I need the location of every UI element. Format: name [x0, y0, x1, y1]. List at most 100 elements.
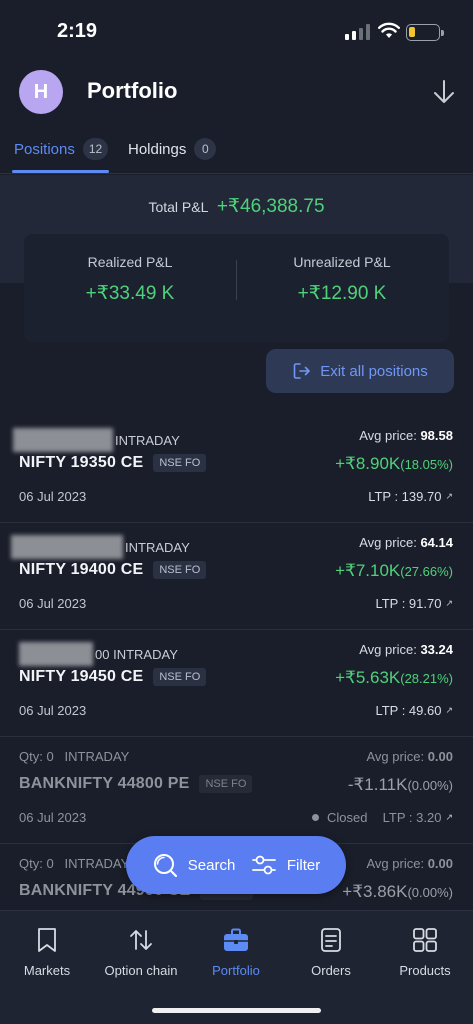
position-row[interactable]: 00 INTRADAY NIFTY 19450 CE NSE FO 06 Jul… — [0, 630, 473, 737]
avg-price-label: Avg price: — [359, 535, 417, 550]
position-symbol: BANKNIFTY 44800 PE — [19, 775, 190, 792]
unrealized-pnl-label: Unrealized P&L — [293, 254, 391, 270]
arrow-up-right-icon: ↗ — [445, 598, 453, 608]
unrealized-pnl-value: +₹12.90 K — [297, 283, 387, 304]
position-meta: 00 INTRADAY — [19, 642, 178, 666]
exchange-badge: NSE FO — [153, 454, 207, 472]
briefcase-icon — [189, 925, 283, 955]
redacted-block — [11, 535, 123, 559]
position-row[interactable]: Qty: 0 INTRADAY BANKNIFTY 44800 PE NSE F… — [0, 737, 473, 844]
ltp-value: LTP : 139.70 — [368, 489, 442, 504]
redacted-block — [19, 642, 93, 666]
position-qty-partial: 00 — [95, 646, 110, 662]
position-date: 06 Jul 2023 — [19, 489, 87, 504]
tab-positions[interactable]: Positions 12 — [14, 138, 109, 160]
position-meta: Qty: 0 INTRADAY — [19, 856, 129, 871]
filter-label: Filter — [286, 856, 321, 874]
exchange-badge: NSE FO — [199, 775, 253, 793]
position-date: 06 Jul 2023 — [19, 703, 87, 718]
search-button[interactable]: Search — [152, 852, 236, 878]
avg-price-label: Avg price: — [359, 642, 417, 657]
avg-price-value: 64.14 — [420, 535, 453, 550]
arrow-up-right-icon: ↗ — [445, 491, 453, 501]
unrealized-pnl: Unrealized P&L +₹12.90 K — [236, 254, 448, 305]
nav-portfolio[interactable]: Portfolio — [189, 925, 283, 978]
avg-price-value: 0.00 — [427, 856, 453, 871]
position-ltp: LTP : 49.60 ↗ — [375, 703, 453, 718]
active-tab-indicator — [12, 170, 109, 173]
exit-all-label: Exit all positions — [320, 362, 428, 380]
document-icon — [284, 925, 378, 955]
page-title: Portfolio — [87, 78, 178, 103]
position-qty: Qty: 0 — [19, 749, 54, 764]
position-symbol: NIFTY 19400 CE — [19, 561, 144, 578]
position-symbol: NIFTY 19350 CE — [19, 454, 144, 471]
pnl-percent: (0.00%) — [407, 778, 453, 793]
filter-sliders-icon — [251, 855, 276, 875]
avg-price-value: 98.58 — [420, 428, 453, 443]
position-meta: Qty: 0 INTRADAY — [19, 749, 129, 764]
ltp-value: LTP : 49.60 — [375, 703, 442, 718]
nav-markets-label: Markets — [23, 963, 71, 978]
position-product: INTRADAY — [115, 432, 180, 448]
portfolio-tabs: Positions 12 Holdings 0 — [0, 130, 473, 174]
holdings-count-badge: 0 — [194, 138, 217, 160]
tab-holdings-label: Holdings — [128, 140, 187, 158]
position-product: INTRADAY — [64, 749, 130, 764]
nav-orders-label: Orders — [311, 963, 351, 978]
nav-orders[interactable]: Orders — [284, 925, 378, 978]
avg-price-label: Avg price: — [366, 749, 425, 764]
total-pnl: Total P&L +₹46,388.75 — [0, 195, 473, 218]
grid-icon — [378, 925, 472, 955]
avg-price: Avg price: 33.24 — [359, 642, 453, 657]
home-indicator — [152, 1008, 321, 1013]
position-ltp: LTP : 139.70 ↗ — [368, 489, 453, 504]
positions-count-badge: 12 — [82, 138, 109, 160]
realized-pnl-value: +₹33.49 K — [85, 283, 175, 304]
realized-pnl-label: Realized P&L — [87, 254, 173, 270]
position-meta: INTRADAY — [11, 535, 190, 559]
cellular-signal-icon — [345, 24, 370, 40]
avg-price-value: 33.24 — [420, 642, 453, 657]
pnl-value: +₹8.90K — [335, 454, 401, 473]
exit-all-positions-button[interactable]: Exit all positions — [266, 349, 454, 393]
nav-option-chain-label: Option chain — [104, 963, 178, 978]
sort-arrows-icon — [94, 925, 188, 955]
battery-icon — [406, 24, 444, 41]
pnl-value: -₹1.11K — [347, 775, 408, 794]
nav-products-label: Products — [399, 963, 451, 978]
avg-price-label: Avg price: — [366, 856, 425, 871]
position-qty: Qty: 0 — [19, 856, 54, 871]
position-product: INTRADAY — [113, 646, 178, 662]
redacted-block — [13, 428, 113, 452]
position-ltp: LTP : 91.70 ↗ — [375, 596, 453, 611]
nav-portfolio-label: Portfolio — [212, 963, 260, 978]
nav-products[interactable]: Products — [378, 925, 472, 978]
position-symbol-row: NIFTY 19350 CE NSE FO — [19, 454, 207, 472]
position-symbol: NIFTY 19450 CE — [19, 668, 144, 685]
pnl-percent: (27.66%) — [400, 564, 453, 579]
avg-price-value: 0.00 — [427, 749, 453, 764]
search-icon — [153, 854, 177, 878]
nav-option-chain[interactable]: Option chain — [94, 925, 188, 978]
search-label: Search — [187, 856, 236, 874]
avg-price: Avg price: 0.00 — [366, 749, 453, 764]
status-bar: 2:19 — [0, 0, 473, 60]
pnl-value: +₹7.10K — [335, 561, 401, 580]
tab-holdings[interactable]: Holdings 0 — [128, 138, 217, 160]
avatar[interactable]: H — [19, 70, 63, 114]
realized-pnl: Realized P&L +₹33.49 K — [24, 254, 236, 305]
position-symbol-row: NIFTY 19450 CE NSE FO — [19, 668, 207, 686]
position-row[interactable]: INTRADAY NIFTY 19350 CE NSE FO 06 Jul 20… — [0, 416, 473, 523]
filter-button[interactable]: Filter — [251, 853, 320, 877]
avg-price: Avg price: 64.14 — [359, 535, 453, 550]
pnl-percent: (28.21%) — [400, 671, 453, 686]
bottom-nav: Markets Option chain Portfolio Orders Pr… — [0, 910, 473, 1024]
pnl-value: +₹5.63K — [335, 668, 401, 687]
nav-markets[interactable]: Markets — [0, 925, 94, 978]
position-symbol-row: NIFTY 19400 CE NSE FO — [19, 561, 207, 579]
position-pnl: +₹5.63K(28.21%) — [335, 668, 453, 688]
position-row[interactable]: INTRADAY NIFTY 19400 CE NSE FO 06 Jul 20… — [0, 523, 473, 630]
closed-status-dot — [311, 814, 319, 821]
download-icon[interactable] — [430, 78, 458, 106]
